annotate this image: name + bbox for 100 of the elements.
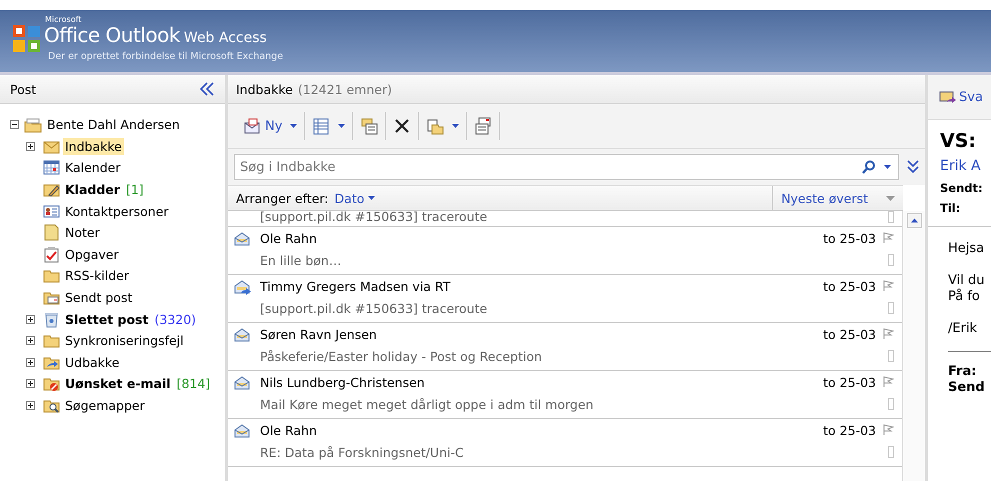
message-row[interactable]: [support.pil.dk #150633] traceroute [228,211,902,227]
toolbar-button[interactable]: Ny [236,111,304,141]
folder-label[interactable]: Noter [63,224,102,242]
folder-label[interactable]: Bente Dahl Andersen [45,116,182,134]
pane-title: Post [10,82,36,96]
scrollbar[interactable] [902,211,925,481]
folder-label[interactable]: Indbakke [63,138,124,155]
message-row[interactable]: Ole Rahn to 25-03 RE: Data på Forskningsnet/Uni-C [228,419,902,467]
caret-icon [338,124,346,128]
note-icon [43,224,60,242]
arrange-by-dropdown[interactable]: Dato [330,190,380,206]
message-subject: RE: Data på Forskningsnet/Uni-C [260,444,465,460]
unread-count: (3320) [154,312,196,327]
category-icon [888,254,894,266]
folder-label[interactable]: Udbakke [63,354,122,371]
caret-icon [290,124,298,128]
message-row[interactable]: Søren Ravn Jensen to 25-03 Påskeferie/Easter holiday - Post og Reception [228,323,902,371]
folder-label[interactable]: Opgaver [63,246,121,263]
flag-icon [882,280,894,292]
pane-title: Indbakke [236,82,293,96]
flag-icon [882,328,894,340]
folder-label[interactable]: Kontaktpersoner [63,202,171,220]
folder-label[interactable]: RSS-kilder [63,267,132,284]
search-icon[interactable] [862,160,876,174]
sender-name: Timmy Gregers Madsen via RT [260,278,452,294]
quoted-header-label: Fra: [948,364,978,380]
sender-name: Nils Lundberg-Christensen [260,374,426,390]
message-subject: Mail Køre meget meget dårligt oppe i adm til morgen [260,396,594,412]
scroll-up-icon [906,213,922,228]
received-date: to 25-03 [823,230,876,246]
folder-label[interactable]: Uønsket e-mail [63,375,173,392]
sender-name: Søren Ravn Jensen [260,326,378,342]
message-subject: Påskeferie/Easter holiday - Post og Reception [260,348,543,364]
arrange-label: Arranger efter: [236,190,329,206]
expand-toggle-icon[interactable] [26,379,35,388]
header-label: Sendt: [940,180,984,197]
open-envelope-icon [234,328,250,342]
product-name: Office Outlook [44,24,180,46]
message-row[interactable]: Ole Rahn to 25-03 En lille bøn… [228,227,902,275]
body-text: /Erik [948,321,978,337]
expand-icon[interactable] [907,160,919,174]
expand-toggle-icon[interactable] [26,358,35,367]
expand-toggle-icon[interactable] [26,142,35,151]
trash-can-icon [43,310,60,328]
connection-status: Der er oprettet forbindelse til Microsoft Exchange [48,51,284,62]
caret-icon [886,196,895,200]
calendar-icon [43,159,60,176]
flag-icon [882,424,894,436]
category-icon [888,211,894,222]
collapse-icon[interactable] [199,82,215,96]
item-count: (12421 emner) [298,82,392,96]
sender-name: Ole Rahn [260,422,318,438]
reply-envelope-icon [938,89,956,105]
product-suffix: Web Access [184,29,267,48]
office-logo-icon [12,24,42,54]
caret-icon [452,124,460,128]
expand-toggle-icon[interactable] [26,314,35,324]
clipboard-folder-icon [426,117,444,135]
category-icon [888,302,894,314]
open-envelope-icon [234,424,250,438]
folder-label[interactable]: Kalender [63,159,122,176]
category-icon [888,398,894,410]
columns-icon [312,117,330,135]
message-subject: En lille bøn… [260,252,342,268]
open-envelope-icon [234,232,250,246]
sender-name[interactable]: Erik A [940,154,991,178]
message-row[interactable]: Timmy Gregers Madsen via RT to 25-03 [support.pil.dk #150633] traceroute [228,275,902,323]
body-text: På fo [948,289,981,305]
folder-label[interactable]: Søgemapper [63,397,147,414]
open-envelope-icon [234,376,250,390]
body-text: Vil du [948,273,986,288]
message-subject: [support.pil.dk #150633] traceroute [260,211,488,224]
category-icon [888,350,894,362]
stacked-envelopes-icon [474,117,492,135]
folder-label[interactable]: Kladder [63,181,122,198]
clipboard-check-icon [43,246,60,263]
message-row[interactable]: Nils Lundberg-Christensen to 25-03 Mail Køre meget meget dårligt oppe i adm til morgen [228,371,902,419]
header-label: Til: [940,200,962,217]
sort-order-button[interactable]: Nyeste øverst [772,186,903,210]
folder-label[interactable]: Sendt post [63,289,134,306]
unread-count: [1] [126,182,144,198]
expand-toggle-icon[interactable] [26,336,35,346]
expand-toggle-icon[interactable] [10,120,19,130]
category-icon [888,446,894,458]
brand-small-text: Microsoft [45,15,82,24]
folder-label[interactable]: Slettet post [63,310,150,328]
quoted-header-label: Send [948,380,986,396]
flag-icon [882,232,894,244]
flag-icon [882,376,894,388]
caret-icon [368,196,376,200]
search-field[interactable]: Søg i Indbakke [234,154,899,180]
close-icon [393,117,412,135]
new-message-icon [243,117,261,135]
message-subject: [support.pil.dk #150633] traceroute [260,300,488,316]
envelope-arrow-icon [234,280,252,296]
sender-name: Ole Rahn [260,230,318,246]
received-date: to 25-03 [823,374,876,390]
folder-label[interactable]: Synkroniseringsfejl [63,332,186,350]
expand-toggle-icon[interactable] [26,401,35,410]
received-date: to 25-03 [823,278,876,294]
